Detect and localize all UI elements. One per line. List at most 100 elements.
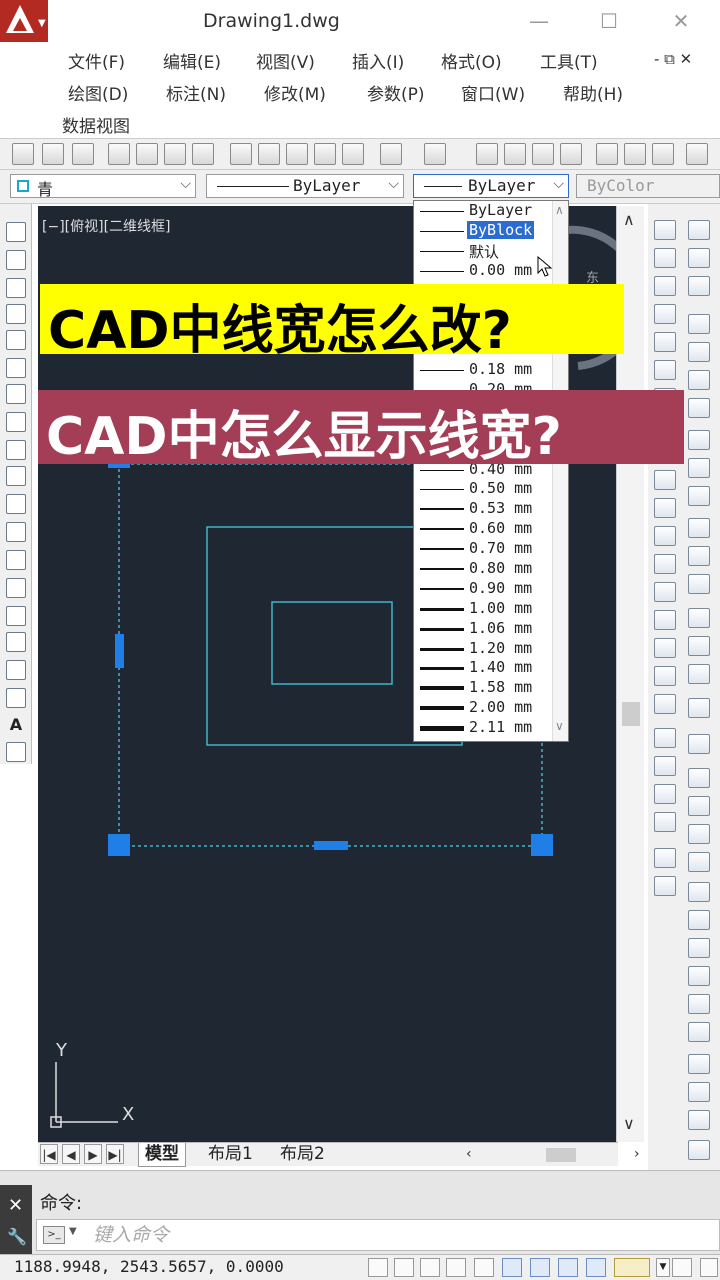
sheet-list-icon[interactable] (688, 824, 710, 844)
block-attr-icon[interactable] (688, 546, 710, 566)
tab-layout2[interactable]: 布局2 (274, 1143, 331, 1167)
render-icon[interactable] (688, 882, 710, 902)
polar-icon[interactable] (474, 1258, 494, 1277)
grip-bottom-right[interactable] (531, 834, 553, 856)
lineweight-option[interactable]: ByBlock (414, 220, 552, 241)
chevron-down-icon[interactable]: ▼ (69, 1226, 77, 1237)
construction-line-icon[interactable] (6, 250, 26, 270)
layer-properties-icon[interactable] (688, 220, 710, 240)
lineweight-select[interactable]: ByLayer ⌵ (413, 174, 569, 198)
chamfer-icon[interactable] (654, 610, 676, 630)
ref-close-icon[interactable] (688, 734, 710, 754)
properties-icon[interactable] (596, 143, 618, 165)
insert-block-icon[interactable] (6, 522, 26, 542)
polygon-icon[interactable] (6, 304, 26, 324)
layer-color-select[interactable]: 青 ⌵ (10, 174, 196, 199)
lineweight-option[interactable]: 1.06 mm (414, 619, 552, 639)
ref-edit-icon[interactable] (688, 698, 710, 718)
publish-icon[interactable] (192, 143, 214, 165)
html-icon[interactable] (688, 1082, 710, 1102)
ref-clip-icon[interactable] (688, 636, 710, 656)
menu-help[interactable]: 帮助(H) (563, 80, 623, 105)
publish-sheet-icon[interactable] (688, 852, 710, 872)
revision-cloud-icon[interactable] (6, 412, 26, 432)
zoom-realtime-icon[interactable] (504, 143, 526, 165)
scroll-down-icon[interactable]: ∨ (623, 1114, 635, 1133)
ref-bind-icon[interactable] (688, 664, 710, 684)
point-icon[interactable] (6, 578, 26, 598)
copy-icon[interactable] (258, 143, 280, 165)
first-tab-button[interactable]: |◀ (40, 1144, 58, 1164)
add-selected-icon[interactable] (6, 742, 26, 762)
fillet-icon[interactable] (654, 638, 676, 658)
mirror-icon[interactable] (654, 276, 676, 296)
prev-tab-button[interactable]: ◀ (62, 1144, 80, 1164)
scroll-right-icon[interactable]: › (634, 1146, 640, 1162)
ducs-icon[interactable] (558, 1258, 578, 1277)
block-sync-icon[interactable] (688, 574, 710, 594)
trim-icon[interactable] (654, 498, 676, 518)
sheet-set-icon[interactable] (688, 768, 710, 788)
lineweight-option[interactable]: 0.90 mm (414, 579, 552, 599)
light-icon[interactable] (688, 910, 710, 930)
open-file-icon[interactable] (42, 143, 64, 165)
undo-icon[interactable] (380, 143, 402, 165)
autocad-logo-icon[interactable]: ▼ (0, 0, 48, 42)
scroll-left-icon[interactable]: ‹ (466, 1146, 472, 1162)
menu-file[interactable]: 文件(F) (68, 48, 125, 73)
grip-bottom-left[interactable] (108, 834, 130, 856)
menu-dimension[interactable]: 标注(N) (166, 80, 226, 105)
minimize-button[interactable]: — (524, 6, 554, 36)
dyn-icon[interactable] (586, 1258, 606, 1277)
horizontal-scrollbar[interactable]: ‹ › (466, 1146, 646, 1164)
menu-view[interactable]: 视图(V) (256, 48, 315, 73)
ellipse-arc-icon[interactable] (6, 494, 26, 514)
menu-insert[interactable]: 插入(I) (352, 48, 404, 73)
hatch-back-icon[interactable] (654, 876, 676, 896)
next-tab-button[interactable]: ▶ (84, 1144, 102, 1164)
plot-icon[interactable] (164, 143, 186, 165)
otrack-icon[interactable] (530, 1258, 550, 1277)
wrench-icon[interactable]: 🔧 (7, 1227, 27, 1246)
menu-format[interactable]: 格式(O) (441, 48, 502, 73)
hatch-icon[interactable] (6, 606, 26, 626)
menu-modify[interactable]: 修改(M) (264, 80, 326, 105)
lineweight-option[interactable]: 1.20 mm (414, 639, 552, 659)
close-button[interactable]: ✕ (666, 6, 696, 36)
lineweight-option[interactable]: 1.00 mm (414, 599, 552, 619)
layer-state-icon[interactable] (688, 248, 710, 268)
walk-icon[interactable] (688, 994, 710, 1014)
polyline-icon[interactable] (6, 278, 26, 298)
copy-object-icon[interactable] (654, 248, 676, 268)
layer-tools-icon[interactable] (688, 314, 710, 334)
camera-icon[interactable] (688, 966, 710, 986)
osnap-icon[interactable] (502, 1258, 522, 1277)
tab-model[interactable]: 模型 (138, 1143, 186, 1167)
draworder-back-icon[interactable] (654, 756, 676, 776)
lineweight-dropdown-list[interactable]: ByLayerByBlock默认0.00 mm0.05 mm0.09 mm0.1… (413, 200, 569, 742)
arc-icon[interactable] (6, 358, 26, 378)
sheet-view-icon[interactable] (688, 796, 710, 816)
ref-attach-icon[interactable] (688, 608, 710, 628)
paste-icon[interactable] (286, 143, 308, 165)
match-properties-icon[interactable] (314, 143, 336, 165)
region-icon[interactable] (6, 660, 26, 680)
circle-icon[interactable] (6, 384, 26, 404)
rectangle-icon[interactable] (6, 330, 26, 350)
gradient-icon[interactable] (6, 632, 26, 652)
selection-cycling-icon[interactable] (700, 1258, 718, 1277)
lineweight-option[interactable]: 0.50 mm (414, 479, 552, 499)
lineweight-option[interactable]: 0.70 mm (414, 539, 552, 559)
join-icon[interactable] (654, 582, 676, 602)
lineweight-option[interactable]: 0.80 mm (414, 559, 552, 579)
lineweight-option[interactable]: 0.18 mm (414, 360, 552, 380)
fly-icon[interactable] (688, 1022, 710, 1042)
dropdown-scrollbar[interactable]: ∧ ∨ (552, 201, 568, 741)
text-edit-icon[interactable] (688, 430, 710, 450)
multiline-text-icon[interactable]: A (6, 716, 26, 736)
spline-icon[interactable] (6, 440, 26, 460)
lineweight-option[interactable]: 2.11 mm (414, 718, 552, 738)
make-block-icon[interactable] (6, 550, 26, 570)
chevron-up-icon[interactable]: ∧ (555, 203, 564, 217)
plotstyle-select[interactable]: ByColor (576, 174, 720, 198)
